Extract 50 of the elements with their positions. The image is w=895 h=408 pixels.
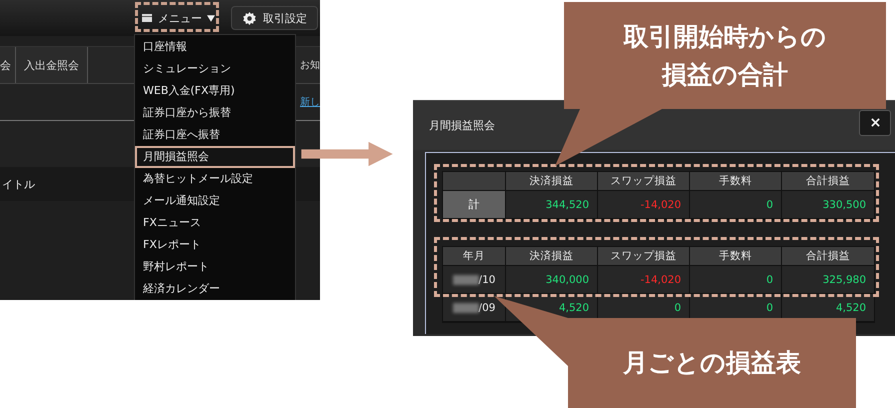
- caret-icon: [207, 14, 215, 22]
- callout-text: 取引開始時からの: [624, 20, 826, 52]
- tab[interactable]: 入出金照会: [16, 47, 88, 83]
- menu-item[interactable]: 証券口座へ振替: [135, 124, 295, 146]
- menu-button[interactable]: メニュー: [133, 6, 223, 30]
- callout-text: 月ごとの損益表: [623, 347, 801, 379]
- menu-item[interactable]: メール通知設定: [135, 190, 295, 212]
- table-cell: -14,020: [598, 266, 690, 294]
- column-header: 決済損益: [506, 172, 598, 191]
- menu-icon: [141, 12, 153, 24]
- notice-label: お知: [300, 59, 320, 72]
- month-cell: /09: [478, 302, 496, 314]
- month-cell: /10: [478, 274, 496, 286]
- tab[interactable]: 会: [0, 47, 16, 83]
- news-link[interactable]: 新し: [300, 95, 320, 109]
- close-button[interactable]: [859, 110, 891, 136]
- table-cell: 340,000: [506, 266, 598, 294]
- redacted-block: [452, 274, 479, 284]
- settings-button[interactable]: 取引設定: [231, 6, 318, 30]
- close-icon: [870, 118, 880, 127]
- table-cell: -14,020: [598, 191, 690, 219]
- menu-item[interactable]: 為替ヒットメール設定: [135, 168, 295, 190]
- column-header: 手数料: [690, 247, 782, 266]
- window-title: 月間損益照会: [429, 118, 495, 133]
- table-cell: 0: [690, 191, 782, 219]
- column-header: 合計損益: [782, 247, 874, 266]
- column-header: 年月: [443, 247, 506, 266]
- menu-item[interactable]: シミュレーション: [135, 58, 295, 80]
- table-cell: 0: [690, 266, 782, 294]
- menu-item[interactable]: 月間損益照会: [135, 146, 295, 168]
- column-header: スワップ損益: [598, 172, 690, 191]
- menu-item[interactable]: 野村レポート: [135, 256, 295, 278]
- column-header: 合計損益: [782, 172, 874, 191]
- column-header: 決済損益: [506, 247, 598, 266]
- settings-icon: [242, 10, 257, 26]
- table-cell: 330,500: [782, 191, 874, 219]
- menu-item[interactable]: 口座情報: [135, 36, 295, 58]
- column-header: スワップ損益: [598, 247, 690, 266]
- row-label: 計: [443, 191, 506, 219]
- menu-item[interactable]: FXレポート: [135, 234, 295, 256]
- column-header: 手数料: [690, 172, 782, 191]
- menu-item[interactable]: FXニュース: [135, 212, 295, 234]
- menu-item[interactable]: 経済カレンダー: [135, 278, 295, 300]
- menu-item[interactable]: WEB入金(FX専用): [135, 80, 295, 102]
- redacted-block: [452, 302, 479, 312]
- callout-text: 損益の合計: [662, 58, 788, 90]
- table-cell: 325,980: [782, 266, 874, 294]
- column-title: イトル: [2, 176, 35, 192]
- table-cell: 344,520: [506, 191, 598, 219]
- menu-item[interactable]: 証券口座から振替: [135, 102, 295, 124]
